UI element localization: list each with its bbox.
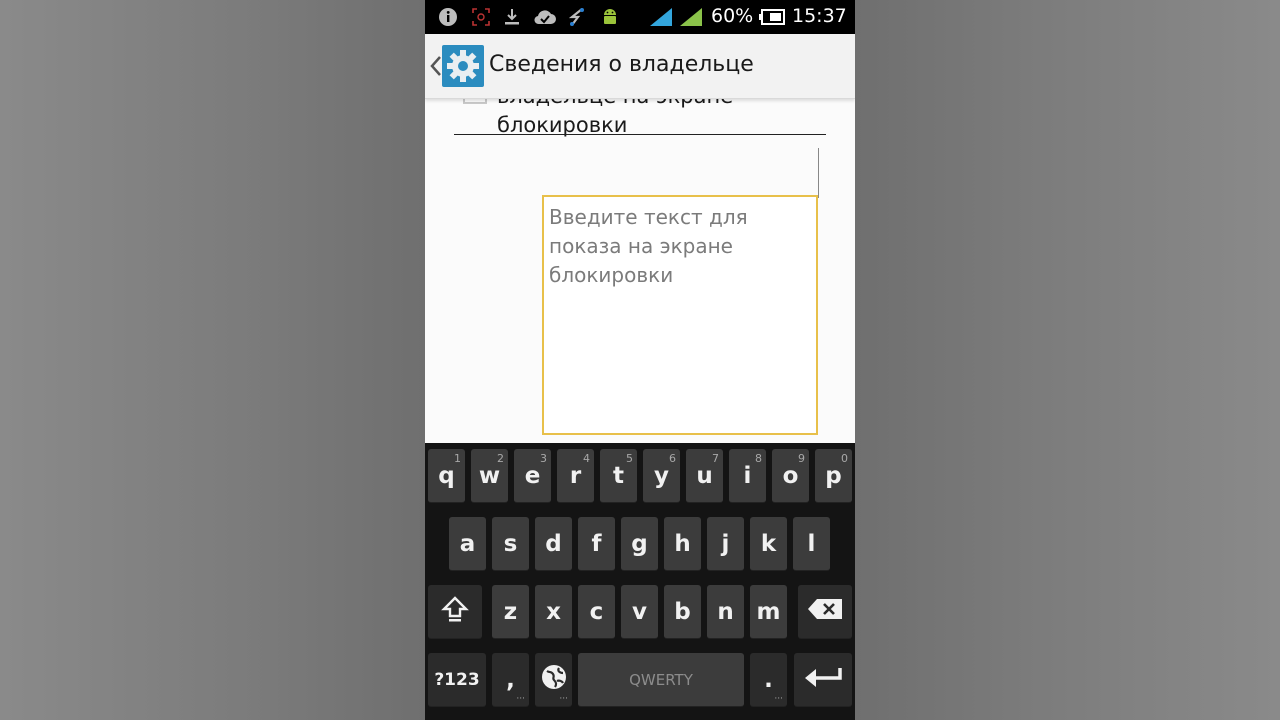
back-chevron-icon[interactable] <box>429 54 443 78</box>
key-j[interactable]: j <box>707 517 744 571</box>
key-a[interactable]: a <box>449 517 486 571</box>
key-hint: 9 <box>798 452 805 465</box>
key-s[interactable]: s <box>492 517 529 571</box>
info-icon <box>437 7 459 27</box>
key-label: t <box>613 462 624 489</box>
key-label: u <box>696 462 713 489</box>
period-key[interactable]: . ··· <box>750 653 787 707</box>
key-y[interactable]: y6 <box>643 449 680 503</box>
key-x[interactable]: x <box>535 585 572 639</box>
key-hint: 2 <box>497 452 504 465</box>
space-key[interactable]: QWERTY <box>578 653 744 707</box>
key-label: w <box>478 462 501 489</box>
android-debug-icon <box>599 7 621 27</box>
shift-icon <box>440 594 470 630</box>
key-l[interactable]: l <box>793 517 830 571</box>
owner-info-textbox[interactable] <box>542 195 818 435</box>
video-letterbox-left <box>0 0 425 720</box>
battery-percent: 60% <box>711 5 754 27</box>
key-hint: 8 <box>755 452 762 465</box>
key-hint: 1 <box>454 452 461 465</box>
download-icon <box>501 7 523 27</box>
key-d[interactable]: d <box>535 517 572 571</box>
clock: 15:37 <box>792 5 847 27</box>
key-u[interactable]: u7 <box>686 449 723 503</box>
key-label: q <box>438 462 455 489</box>
key-hint: 6 <box>669 452 676 465</box>
owner-info-content: владельце на экране блокировки <box>425 98 855 443</box>
enter-key[interactable] <box>794 653 852 707</box>
key-label: , <box>506 666 515 693</box>
key-hint: 7 <box>712 452 719 465</box>
key-p[interactable]: p0 <box>815 449 852 503</box>
enter-icon <box>803 666 843 694</box>
shift-key[interactable] <box>428 585 482 639</box>
key-g[interactable]: g <box>621 517 658 571</box>
soft-keyboard: q1 w2 e3 r4 t5 y6 u7 i8 o9 p0 a s d f g … <box>425 443 855 720</box>
key-hint: 3 <box>540 452 547 465</box>
key-f[interactable]: f <box>578 517 615 571</box>
key-r[interactable]: r4 <box>557 449 594 503</box>
settings-gear-icon[interactable] <box>442 45 484 87</box>
key-hint: 0 <box>841 452 848 465</box>
key-corner-dots: ··· <box>559 694 568 704</box>
key-hint: 4 <box>583 452 590 465</box>
key-k[interactable]: k <box>750 517 787 571</box>
key-m[interactable]: m <box>750 585 787 639</box>
battery-icon <box>759 7 785 27</box>
key-c[interactable]: c <box>578 585 615 639</box>
screenshot-icon <box>470 7 492 27</box>
backspace-icon <box>807 598 843 626</box>
phone-screen: 60% 15:37 Сведения о владельце блокировк… <box>425 0 855 720</box>
key-b[interactable]: b <box>664 585 701 639</box>
key-label: i <box>743 462 752 489</box>
globe-icon <box>539 662 569 698</box>
owner-info-input[interactable] <box>549 203 811 427</box>
status-bar: 60% 15:37 <box>425 0 855 34</box>
key-i[interactable]: i8 <box>729 449 766 503</box>
language-key[interactable]: ··· <box>535 653 572 707</box>
key-q[interactable]: q1 <box>428 449 465 503</box>
key-t[interactable]: t5 <box>600 449 637 503</box>
key-label: e <box>524 462 541 489</box>
key-label: p <box>825 462 842 489</box>
video-letterbox-right <box>855 0 1280 720</box>
divider <box>454 134 826 135</box>
symbols-key[interactable]: ?123 <box>428 653 486 707</box>
scroll-indicator <box>818 148 819 198</box>
page-title: Сведения о владельце <box>489 52 754 77</box>
key-w[interactable]: w2 <box>471 449 508 503</box>
signal-icon <box>649 7 673 27</box>
key-corner-dots: ··· <box>774 694 783 704</box>
key-label: . <box>764 666 773 693</box>
action-bar: Сведения о владельце <box>425 34 855 99</box>
key-corner-dots: ··· <box>516 694 525 704</box>
key-z[interactable]: z <box>492 585 529 639</box>
key-label: r <box>569 462 582 489</box>
key-n[interactable]: n <box>707 585 744 639</box>
key-label: o <box>782 462 799 489</box>
key-o[interactable]: o9 <box>772 449 809 503</box>
key-e[interactable]: e3 <box>514 449 551 503</box>
key-hint: 5 <box>626 452 633 465</box>
comma-key[interactable]: , ··· <box>492 653 529 707</box>
signal-icon-2 <box>679 7 703 27</box>
key-h[interactable]: h <box>664 517 701 571</box>
backspace-key[interactable] <box>798 585 852 639</box>
key-v[interactable]: v <box>621 585 658 639</box>
cloud-icon <box>532 7 558 27</box>
key-label: y <box>654 462 669 489</box>
sync-icon <box>566 7 588 27</box>
